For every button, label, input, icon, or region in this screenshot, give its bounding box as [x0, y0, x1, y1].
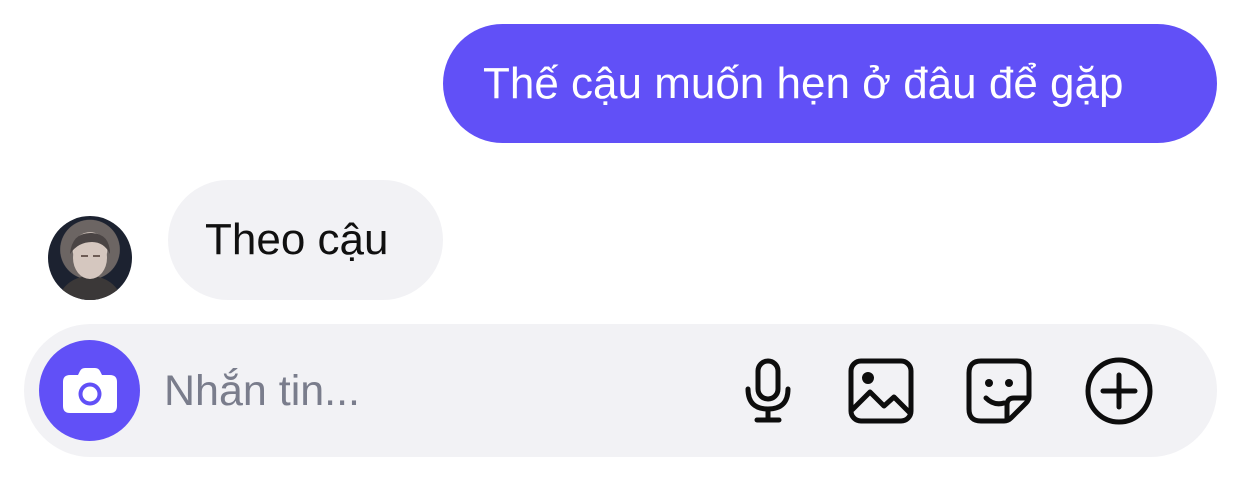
gallery-button[interactable]	[846, 356, 916, 426]
microphone-button[interactable]	[733, 356, 803, 426]
camera-icon	[62, 367, 117, 413]
outgoing-message-text: Thế cậu muốn hẹn ở đâu để gặp	[483, 58, 1124, 108]
contact-avatar[interactable]	[48, 216, 132, 300]
plus-circle-icon	[1085, 357, 1153, 425]
camera-button[interactable]	[39, 340, 140, 441]
add-button[interactable]	[1084, 356, 1154, 426]
incoming-message-bubble[interactable]: Theo cậu	[168, 180, 443, 300]
incoming-message-text: Theo cậu	[205, 215, 389, 264]
microphone-icon	[745, 358, 791, 423]
sticker-button[interactable]	[964, 356, 1034, 426]
avatar-photo-icon	[58, 232, 122, 300]
incoming-message-row: Theo cậu	[0, 180, 1242, 300]
sticker-icon	[966, 358, 1032, 424]
outgoing-message-bubble[interactable]: Thế cậu muốn hẹn ở đâu để gặp	[443, 24, 1217, 143]
gallery-icon	[848, 358, 914, 424]
message-composer	[24, 324, 1217, 457]
chat-screen: Thế cậu muốn hẹn ở đâu để gặp Theo cậu	[0, 0, 1242, 481]
message-input[interactable]	[164, 356, 584, 426]
